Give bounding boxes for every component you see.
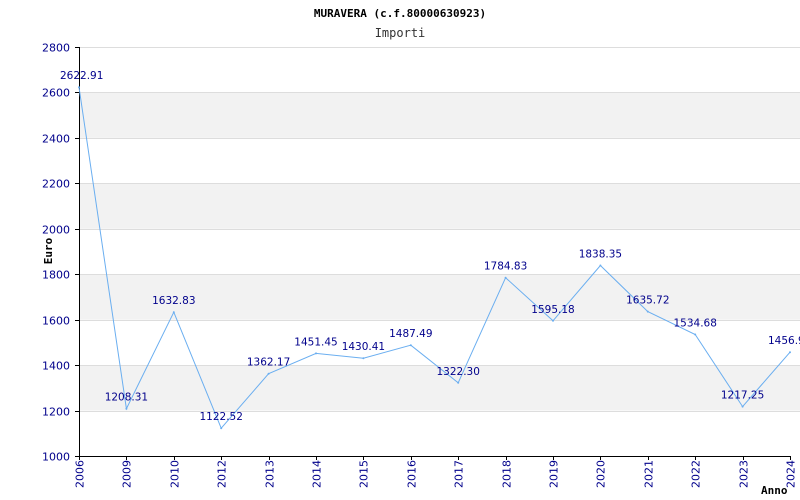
data-label: 1595.18 (531, 304, 574, 316)
data-label: 1784.83 (484, 261, 527, 273)
data-label: 1487.49 (389, 328, 432, 340)
y-tick-label: 1600 (42, 315, 70, 328)
x-tick-label: 2019 (548, 460, 561, 488)
y-tick-label: 2800 (42, 42, 70, 55)
data-label: 1632.83 (152, 295, 195, 307)
data-label: 1534.68 (673, 318, 716, 330)
x-tick-label: 2006 (74, 460, 87, 488)
x-tick-label: 2014 (311, 460, 324, 488)
grid-bands (79, 92, 800, 411)
data-label: 1451.45 (294, 336, 337, 348)
data-point (457, 381, 460, 384)
x-tick-label: 2009 (121, 460, 134, 488)
data-label: 1456.92 (768, 335, 800, 347)
data-point (78, 86, 80, 89)
data-point (599, 264, 602, 267)
data-label: 1322.30 (436, 366, 479, 378)
chart-subtitle: Importi (375, 26, 426, 40)
data-label: 1122.52 (199, 411, 242, 423)
x-tick-label: 2021 (643, 460, 656, 488)
x-tick-label: 2022 (690, 460, 703, 488)
x-tick-label: 2010 (169, 460, 182, 488)
grid-band (79, 92, 800, 138)
y-tick-label: 2400 (42, 133, 70, 146)
y-tick-label: 2200 (42, 178, 70, 191)
x-axis-label: Anno (761, 484, 788, 497)
chart-title: MURAVERA (c.f.80000630923) (314, 7, 486, 20)
grid-band (79, 183, 800, 229)
y-tick-label: 2000 (42, 224, 70, 237)
x-tick-label: 2017 (453, 460, 466, 488)
x-tick-label: 2013 (264, 460, 277, 488)
data-label: 1430.41 (342, 341, 385, 353)
y-tick-label: 1800 (42, 269, 70, 282)
x-tick-label: 2012 (216, 460, 229, 488)
data-point (409, 344, 412, 347)
data-point (694, 333, 697, 336)
data-point (172, 311, 175, 314)
x-tick-label: 2023 (738, 460, 751, 488)
data-point (267, 372, 270, 375)
data-label: 1635.72 (626, 295, 669, 307)
y-tick-label: 1200 (42, 406, 70, 419)
x-ticks: 2006 2009 2010 2012 2013 2014 2015 2016 2017 2018… (74, 456, 798, 488)
data-label: 2622.91 (60, 70, 103, 82)
data-label: 1838.35 (579, 249, 622, 261)
data-point (315, 352, 317, 355)
data-point (125, 407, 128, 410)
y-tick-label: 1000 (42, 451, 70, 464)
data-point (504, 276, 507, 279)
data-point (741, 405, 744, 408)
y-tick-label: 2600 (42, 87, 70, 100)
y-tick-label: 1400 (42, 360, 70, 373)
data-point (552, 319, 554, 322)
x-tick-label: 2015 (358, 460, 371, 488)
data-label: 1217.25 (721, 390, 764, 402)
x-tick-label: 2018 (501, 460, 514, 488)
data-label: 1362.17 (247, 357, 290, 369)
data-label: 1208.31 (105, 392, 148, 404)
line-chart: 1000 1200 1400 1600 1800 2000 2200 2400 2600 2800… (42, 7, 800, 497)
data-point (362, 357, 365, 360)
y-axis-label: Euro (42, 237, 55, 264)
data-point (220, 427, 223, 430)
x-tick-label: 2016 (406, 460, 419, 488)
data-point (646, 310, 649, 313)
x-tick-label: 2020 (595, 460, 608, 488)
data-point (789, 351, 791, 354)
